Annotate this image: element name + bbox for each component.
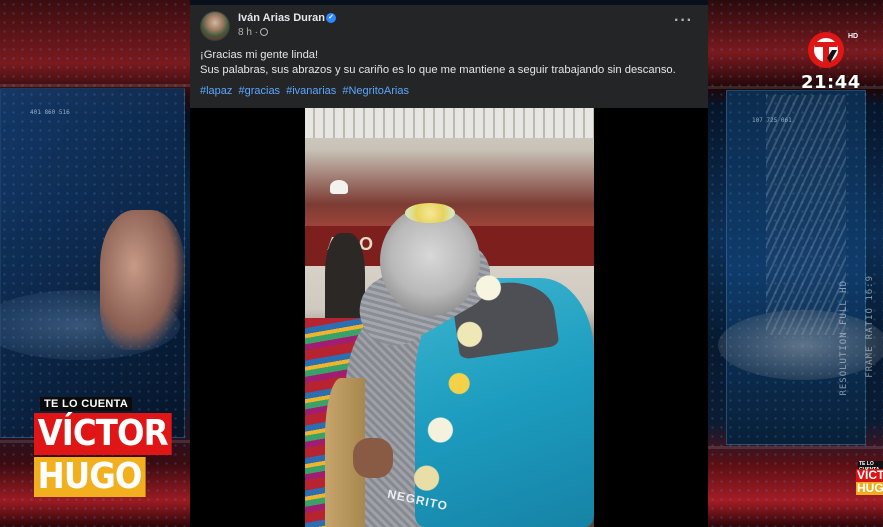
hashtag-link[interactable]: #ivanarias bbox=[286, 85, 336, 97]
facebook-post-card: Iván Arias Duran ✓ 8 h · ··· ¡Gracias mi… bbox=[190, 5, 708, 527]
post-hashtags: #lapaz #gracias #ivanarias #NegritoArias bbox=[200, 85, 412, 97]
hashtag-link[interactable]: #gracias bbox=[238, 85, 280, 97]
studio-readout-left: 401 860 516 bbox=[30, 109, 70, 116]
author-name[interactable]: Iván Arias Duran bbox=[238, 12, 325, 24]
show-name-line2: HUGO bbox=[34, 457, 146, 497]
post-media[interactable]: ACO PAC NEGRITO bbox=[190, 108, 708, 527]
show-name-line1: VÍCTOR bbox=[34, 413, 172, 455]
broadcast-clock: 21:44 bbox=[801, 72, 861, 93]
video-hand bbox=[353, 438, 393, 478]
hd-badge: HD bbox=[848, 33, 859, 40]
mini-show-name-line2: HUGO bbox=[856, 482, 883, 495]
video-confetti-flowers bbox=[405, 203, 455, 223]
studio-stripe bbox=[708, 446, 883, 449]
presenter-hand bbox=[100, 210, 185, 350]
author-avatar[interactable] bbox=[200, 11, 230, 41]
post-header: Iván Arias Duran ✓ 8 h · ··· ¡Gracias mi… bbox=[190, 5, 708, 107]
globe-icon bbox=[260, 28, 269, 36]
video-lamp bbox=[330, 180, 348, 194]
frame-ratio-text: FRAME RATIO 16:9 bbox=[865, 275, 875, 378]
post-text-line: ¡Gracias mi gente linda! bbox=[200, 49, 319, 61]
verified-badge-icon: ✓ bbox=[326, 13, 336, 23]
post-video[interactable]: ACO PAC NEGRITO bbox=[305, 108, 594, 527]
show-kicker: TE LO CUENTA bbox=[40, 397, 133, 411]
channel-logo-icon bbox=[808, 32, 844, 68]
post-time[interactable]: 8 h · bbox=[238, 27, 258, 38]
hashtag-link[interactable]: #NegritoArias bbox=[342, 85, 409, 97]
post-text-line: Sus palabras, sus abrazos y su cariño es… bbox=[200, 63, 676, 76]
resolution-text: RESOLUTION FULL HD bbox=[839, 280, 849, 396]
post-text: ¡Gracias mi gente linda! Sus palabras, s… bbox=[200, 48, 676, 77]
studio-stripe bbox=[0, 84, 190, 87]
video-roof bbox=[305, 108, 594, 138]
hashtag-link[interactable]: #lapaz bbox=[200, 85, 232, 97]
more-options-icon[interactable]: ··· bbox=[674, 13, 693, 29]
post-meta: 8 h · bbox=[238, 27, 269, 38]
studio-disc-right bbox=[718, 310, 883, 380]
studio-readout-right: 107 725 061 bbox=[752, 117, 792, 124]
tv-broadcast-frame: 401 860 516 107 725 061 FRAME RATIO 16:9… bbox=[0, 0, 883, 527]
